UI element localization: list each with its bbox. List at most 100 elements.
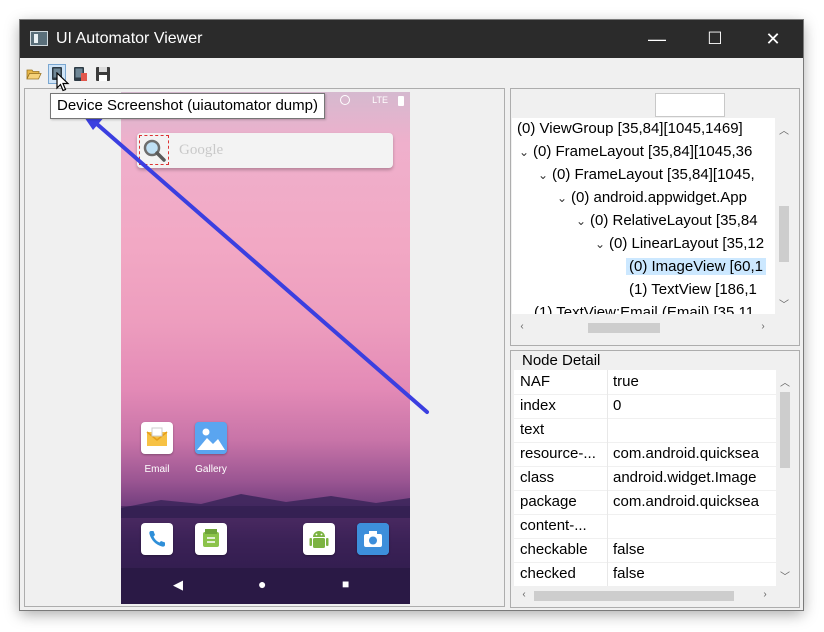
scroll-right-icon[interactable]: › (755, 321, 771, 332)
toolbar (20, 58, 803, 86)
property-key: content-... (520, 517, 587, 534)
tree-node-label: (0) android.appwidget.App (571, 189, 747, 206)
scroll-left-icon[interactable]: ‹ (514, 321, 530, 332)
dock (121, 506, 410, 568)
tree-node[interactable]: ⌄ (0) RelativeLayout [35,84 (572, 210, 758, 232)
property-key: checkable (520, 541, 588, 558)
tree-node-label: (0) RelativeLayout [35,84 (590, 212, 758, 229)
app-icon (30, 31, 48, 46)
expand-toggle-icon[interactable]: ⌄ (591, 233, 609, 255)
home-button[interactable]: ● (258, 576, 266, 592)
camera-glyph-icon (357, 523, 389, 555)
email-app-icon[interactable] (141, 422, 173, 454)
expand-toggle-icon[interactable]: ⌄ (515, 141, 533, 163)
tree-node[interactable]: (1) TextView:Email (Email) [35,11 (534, 302, 754, 314)
toolbar-tooltip: Device Screenshot (uiautomator dump) (50, 93, 325, 119)
battery-icon (398, 96, 404, 106)
title-bar[interactable]: UI Automator Viewer — ☐ ✕ (20, 20, 803, 58)
detail-horizontal-scrollbar[interactable]: ‹ › (514, 586, 776, 606)
google-search-widget[interactable]: Google (137, 133, 393, 168)
tree-node[interactable]: ⌄ (0) FrameLayout [35,84][1045,36 (515, 141, 752, 163)
property-key: resource-... (520, 445, 596, 462)
tree-node[interactable]: ⌄ (0) FrameLayout [35,84][1045, (534, 164, 755, 186)
tree-vertical-scrollbar[interactable]: ︿ ﹀ (775, 118, 793, 314)
email-glyph-icon (146, 427, 168, 446)
scroll-thumb[interactable] (534, 591, 734, 601)
save-icon[interactable] (95, 66, 111, 82)
property-key: class (520, 469, 555, 486)
messaging-glyph-icon (203, 529, 219, 547)
property-key: NAF (520, 373, 550, 390)
detail-vertical-scrollbar[interactable]: ︿ ﹀ (776, 370, 794, 586)
table-row[interactable]: resource-... com.android.quicksea (514, 442, 776, 467)
tree-node-label: (1) TextView [186,1 (629, 281, 757, 298)
node-detail-table: NAF true index 0 text resource-... com.andr… (514, 370, 776, 586)
mouse-cursor-icon (56, 72, 70, 92)
expand-toggle-icon[interactable]: ⌄ (572, 210, 590, 232)
window-title: UI Automator Viewer (56, 30, 203, 47)
scroll-thumb[interactable] (588, 323, 660, 333)
table-row[interactable]: text (514, 418, 776, 443)
app-label-gallery: Gallery (195, 464, 227, 475)
open-folder-icon[interactable] (26, 66, 42, 82)
search-highlight-box[interactable] (139, 135, 169, 165)
back-button[interactable]: ◀ (173, 577, 183, 593)
tree-node-selected[interactable]: (0) ImageView [60,1 (626, 256, 766, 278)
scroll-left-icon[interactable]: ‹ (516, 589, 532, 600)
tree-node-label: (1) TextView:Email (Email) [35,11 (534, 304, 755, 314)
phone-glyph-icon (149, 531, 165, 547)
table-row[interactable]: package com.android.quicksea (514, 490, 776, 515)
node-detail-title: Node Detail (520, 352, 603, 369)
app-label-email: Email (144, 464, 170, 475)
hierarchy-tree[interactable]: (0) ViewGroup [35,84][1045,1469] ⌄ (0) Fr… (512, 118, 775, 314)
recents-button[interactable]: ■ (342, 577, 349, 591)
tree-node-label: (0) FrameLayout [35,84][1045, (552, 166, 755, 183)
camera-app-icon[interactable] (357, 523, 389, 555)
table-row[interactable]: checked false (514, 562, 776, 586)
minimize-button[interactable]: — (628, 20, 686, 58)
property-value: true (613, 373, 639, 390)
property-value: com.android.quicksea (613, 493, 759, 510)
scroll-thumb[interactable] (780, 392, 790, 468)
device-screenshot-compressed-icon[interactable] (72, 66, 88, 82)
navigation-bar: ◀ ● ■ (121, 568, 410, 604)
property-value: com.android.quicksea (613, 445, 759, 462)
scroll-up-icon[interactable]: ︿ (776, 122, 792, 137)
gallery-glyph-icon (195, 422, 227, 454)
scroll-down-icon[interactable]: ﹀ (776, 296, 792, 311)
android-glyph-icon (309, 531, 329, 548)
close-button[interactable]: ✕ (744, 20, 802, 58)
property-key: text (520, 421, 545, 438)
expand-toggle-icon[interactable]: ⌄ (534, 164, 552, 186)
search-icon (143, 139, 166, 162)
property-key: index (520, 397, 556, 414)
tree-node[interactable]: (0) ViewGroup [35,84][1045,1469] (517, 118, 743, 140)
maximize-button[interactable]: ☐ (686, 20, 744, 58)
tree-node[interactable]: (1) TextView [186,1 (629, 279, 757, 301)
table-row[interactable]: NAF true (514, 370, 776, 395)
table-row[interactable]: index 0 (514, 394, 776, 419)
android-app-icon[interactable] (303, 523, 335, 555)
device-screenshot[interactable]: LTE Google Email Gallery ◀ ● ■ (121, 92, 410, 604)
network-status: LTE (372, 95, 388, 105)
hierarchy-search-field[interactable] (655, 93, 725, 117)
scroll-down-icon[interactable]: ﹀ (777, 568, 793, 583)
expand-toggle-icon[interactable]: ⌄ (553, 187, 571, 209)
table-row[interactable]: content-... (514, 514, 776, 539)
status-indicator-icon (340, 95, 350, 105)
table-row[interactable]: class android.widget.Image (514, 466, 776, 491)
property-value: 0 (613, 397, 622, 414)
property-value: android.widget.Image (613, 469, 757, 486)
tree-node[interactable]: ⌄ (0) android.appwidget.App (553, 187, 747, 209)
scroll-right-icon[interactable]: › (757, 589, 773, 600)
phone-app-icon[interactable] (141, 523, 173, 555)
tree-horizontal-scrollbar[interactable]: ‹ › (512, 318, 775, 338)
scroll-up-icon[interactable]: ︿ (777, 374, 793, 389)
table-row[interactable]: checkable false (514, 538, 776, 563)
scroll-thumb[interactable] (779, 206, 789, 262)
messaging-app-icon[interactable] (195, 523, 227, 555)
gallery-app-icon[interactable] (195, 422, 227, 454)
tree-node-label: (0) LinearLayout [35,12 (609, 235, 765, 252)
tree-node-label: (0) ImageView [60,1 (626, 258, 766, 275)
tree-node[interactable]: ⌄ (0) LinearLayout [35,12 (591, 233, 764, 255)
